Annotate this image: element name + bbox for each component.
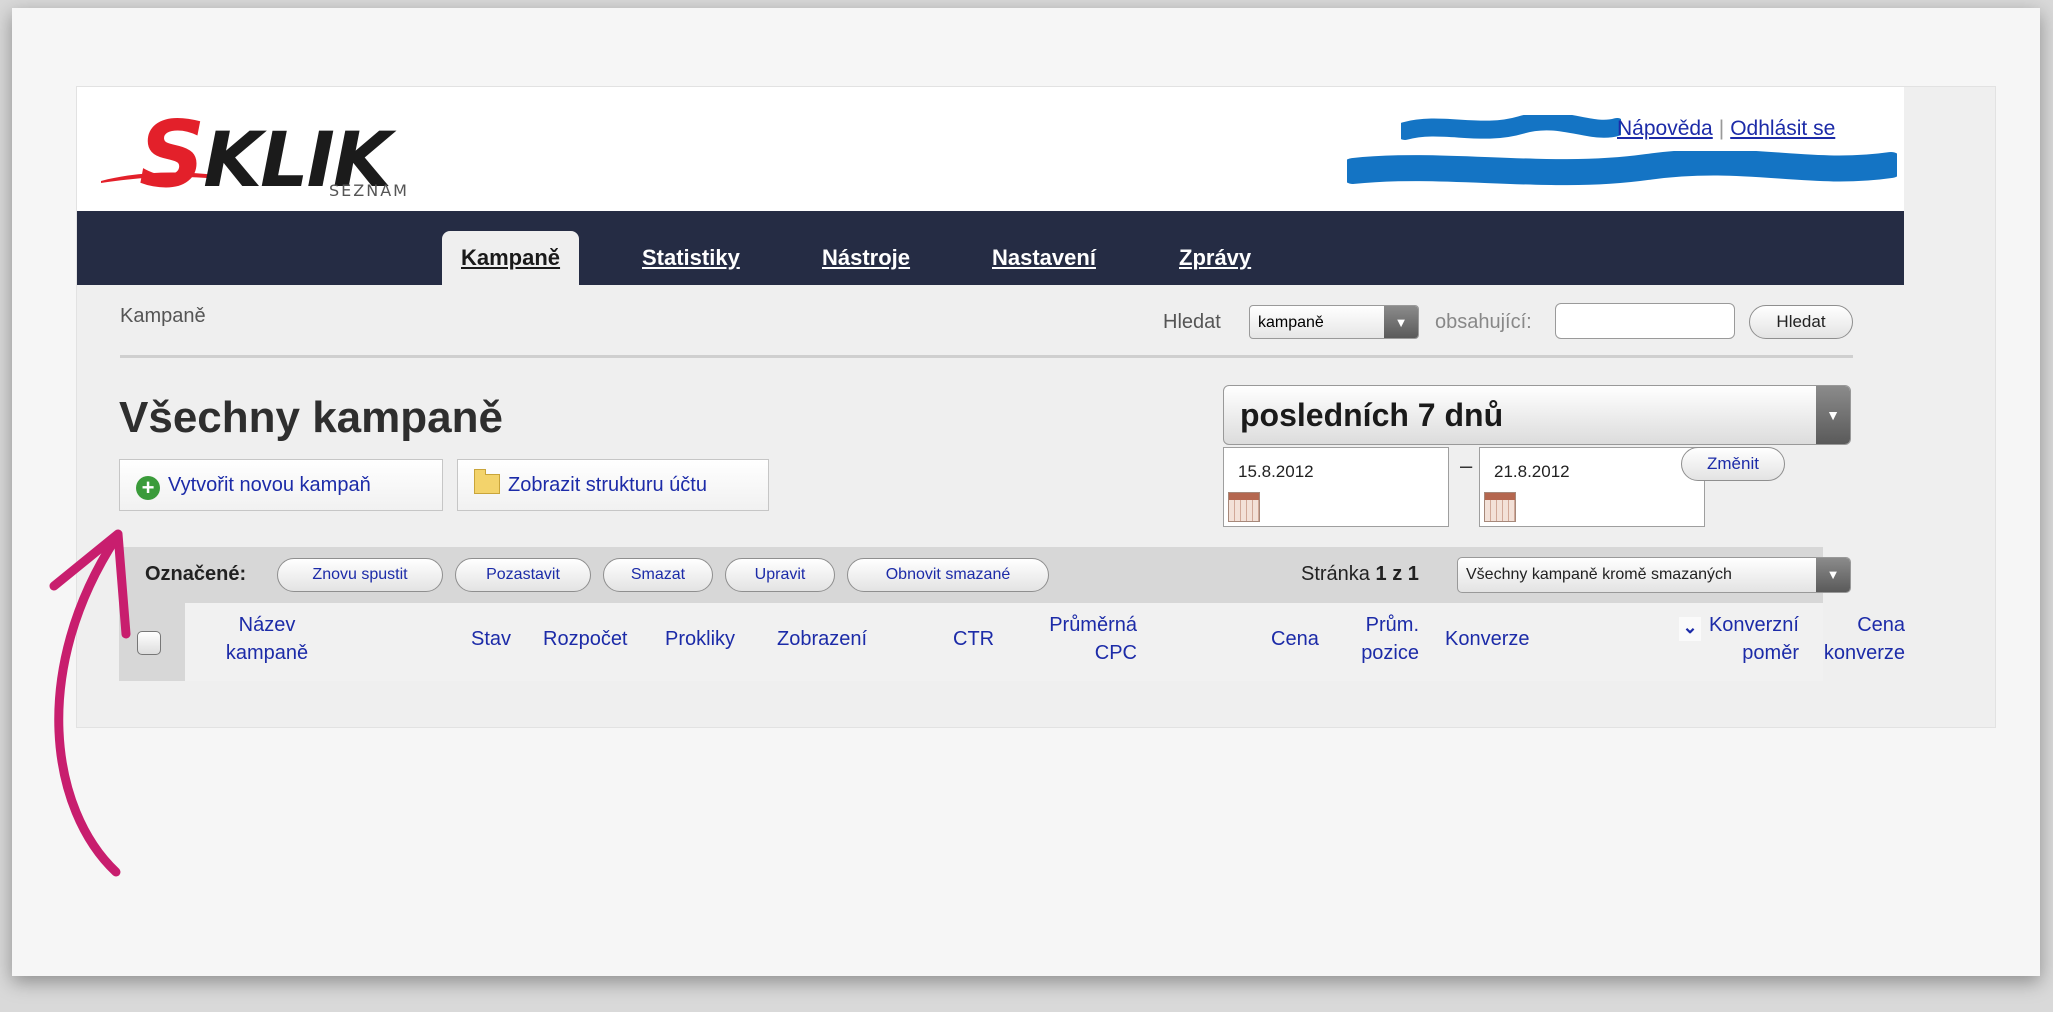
col-conv-cost-line2: konverze <box>1823 642 1905 664</box>
change-date-button[interactable]: Změnit <box>1681 447 1785 481</box>
search-scope-value: kampaně <box>1258 314 1324 331</box>
pagination-info: Stránka 1 z 1 <box>1301 563 1419 586</box>
show-structure-label: Zobrazit strukturu účtu <box>508 474 707 496</box>
page-prefix: Stránka <box>1301 563 1370 585</box>
edit-button[interactable]: Upravit <box>725 558 835 592</box>
top-links: Nápověda | Odhlásit se <box>1617 117 1835 141</box>
col-conversions[interactable]: Konverze <box>1445 625 1530 653</box>
col-avg-pos-line2: pozice <box>1361 642 1419 664</box>
bulk-action-bar: Označené: Znovu spustit Pozastavit Smaza… <box>119 547 1851 603</box>
logo-subtext: SEZNAM <box>329 181 409 200</box>
tab-messages[interactable]: Zprávy <box>1179 231 1251 285</box>
restart-button[interactable]: Znovu spustit <box>277 558 443 592</box>
search-scope-select[interactable]: kampaně ▼ <box>1249 305 1419 339</box>
restore-deleted-button[interactable]: Obnovit smazané <box>847 558 1049 592</box>
date-from-field[interactable]: 15.8.2012 <box>1223 447 1449 527</box>
divider <box>120 355 1853 358</box>
search-input[interactable] <box>1555 303 1735 339</box>
col-clicks[interactable]: Prokliky <box>665 625 735 653</box>
col-conv-rate-line2: poměr <box>1742 642 1799 664</box>
date-from-value: 15.8.2012 <box>1238 462 1314 481</box>
col-conv-cost-line1: Cena <box>1857 614 1905 636</box>
col-avg-cpc-line2: CPC <box>1094 642 1137 664</box>
col-avg-cpc[interactable]: Průměrná CPC <box>1017 611 1137 667</box>
col-ctr[interactable]: CTR <box>953 625 994 653</box>
tab-statistics[interactable]: Statistiky <box>642 231 740 285</box>
page-total: 1 <box>1407 563 1419 585</box>
tab-tools[interactable]: Nástroje <box>822 231 910 285</box>
date-preset-select[interactable]: posledních 7 dnů ▼ <box>1223 385 1851 445</box>
sklik-logo[interactable]: SKLIK SEZNAM <box>99 95 419 208</box>
col-conversion-cost[interactable]: Cena konverze <box>1805 611 1905 667</box>
create-campaign-label: Vytvořit novou kampaň <box>168 474 371 496</box>
search-label: Hledat <box>1163 311 1221 333</box>
campaign-filter-value: Všechny kampaně kromě smazaných <box>1466 566 1732 583</box>
redacted-username-scribble <box>1401 115 1621 140</box>
links-separator: | <box>1718 117 1725 140</box>
create-campaign-button[interactable]: + Vytvořit novou kampaň <box>119 459 443 511</box>
calendar-icon[interactable] <box>1484 492 1516 522</box>
col-conversion-rate[interactable]: Konverzní poměr <box>1679 611 1799 667</box>
dropdown-arrow-icon: ▼ <box>1816 558 1850 592</box>
help-link[interactable]: Nápověda <box>1617 117 1713 140</box>
folder-icon <box>474 469 500 494</box>
sklik-window: SKLIK SEZNAM Nápověda | Odhlásit se Kampan… <box>76 86 1996 728</box>
col-impressions[interactable]: Zobrazení <box>777 625 867 653</box>
plus-icon: + <box>136 476 160 500</box>
logo-first-letter: S <box>139 101 205 208</box>
campaign-filter-select[interactable]: Všechny kampaně kromě smazaných ▼ <box>1457 557 1851 593</box>
col-conv-rate-line1: Konverzní <box>1708 614 1799 636</box>
search-button[interactable]: Hledat <box>1749 305 1853 339</box>
dropdown-arrow-icon: ▼ <box>1816 386 1850 444</box>
calendar-icon[interactable] <box>1228 492 1260 522</box>
pause-button[interactable]: Pozastavit <box>455 558 591 592</box>
campaign-table-header: Název kampaně Stav Rozpočet Prokliky Zob… <box>119 603 1905 681</box>
col-cost[interactable]: Cena <box>1271 625 1319 653</box>
page-title: Všechny kampaně <box>119 393 503 442</box>
date-to-value: 21.8.2012 <box>1494 462 1570 481</box>
show-structure-button[interactable]: Zobrazit strukturu účtu <box>457 459 769 511</box>
delete-button[interactable]: Smazat <box>603 558 713 592</box>
col-campaign-name[interactable]: Název kampaně <box>207 611 327 667</box>
annotation-arrow-icon <box>49 529 131 877</box>
redacted-account-scribble <box>1347 151 1897 186</box>
page-current: 1 <box>1375 563 1387 585</box>
main-navbar: Kampaně Statistiky Nástroje Nastavení Zp… <box>77 211 1904 285</box>
page-of: z <box>1392 563 1403 585</box>
col-avg-pos-line1: Prům. <box>1365 614 1419 636</box>
col-status[interactable]: Stav <box>471 625 511 653</box>
dropdown-arrow-icon: ▼ <box>1384 306 1418 338</box>
contains-label: obsahující: <box>1435 311 1532 333</box>
tab-campaigns[interactable]: Kampaně <box>442 231 580 285</box>
date-to-field[interactable]: 21.8.2012 <box>1479 447 1705 527</box>
header: SKLIK SEZNAM Nápověda | Odhlásit se <box>77 87 1904 211</box>
logout-link[interactable]: Odhlásit se <box>1730 117 1835 140</box>
date-range-dash: – <box>1460 453 1473 478</box>
tab-settings[interactable]: Nastavení <box>992 231 1096 285</box>
date-preset-value: posledních 7 dnů <box>1240 397 1504 433</box>
col-budget[interactable]: Rozpočet <box>543 625 628 653</box>
col-name-line1: Název <box>238 614 296 636</box>
breadcrumb: Kampaně <box>120 305 206 327</box>
col-name-line2: kampaně <box>225 642 309 664</box>
col-avg-position[interactable]: Prům. pozice <box>1339 611 1419 667</box>
col-avg-cpc-line1: Průměrná <box>1049 614 1137 636</box>
